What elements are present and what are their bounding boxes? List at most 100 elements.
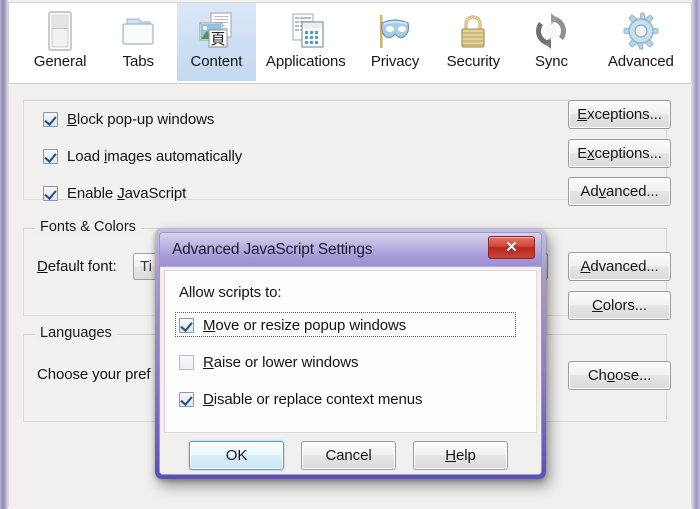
tab-security[interactable]: Security — [434, 3, 512, 81]
choose-label: Choose... — [588, 367, 651, 384]
dialog-titlebar[interactable]: Advanced JavaScript Settings ✕ — [160, 233, 541, 267]
cancel-label: Cancel — [325, 447, 372, 464]
tab-content[interactable]: 頁 Content — [177, 3, 256, 81]
preferences-toolbar: General Tabs 頁 Content Applications Priv… — [8, 2, 692, 84]
checkbox-row-disable-context-menus[interactable]: Disable or replace context menus — [179, 391, 423, 408]
content-page-icon: 頁 — [193, 9, 239, 53]
enable-javascript-label: Enable JavaScript — [67, 185, 186, 202]
default-font-value: Ti — [140, 258, 152, 275]
checkbox-row-enable-javascript[interactable]: Enable JavaScript — [43, 185, 186, 202]
languages-legend: Languages — [35, 325, 117, 341]
enable-javascript-checkbox[interactable] — [43, 186, 58, 201]
accesskey-h: H — [445, 447, 456, 464]
accesskey-d2: D — [203, 391, 214, 408]
ok-button[interactable]: OK — [189, 441, 284, 470]
raise-lower-windows-label: Raise or lower windows — [203, 354, 358, 371]
dialog-body: Allow scripts to: Move or resize popup w… — [160, 267, 541, 474]
tab-label: Applications — [265, 53, 346, 70]
tab-label: Advanced — [607, 53, 674, 70]
accesskey-a: A — [580, 258, 591, 275]
window-left-border — [0, 0, 8, 509]
tab-sync[interactable]: Sync — [512, 3, 590, 81]
colors-label: Colors... — [592, 297, 647, 314]
checkbox-row-raise-lower-windows[interactable]: Raise or lower windows — [179, 354, 358, 371]
javascript-advanced-button[interactable]: Advanced... — [568, 177, 671, 206]
images-exc-rest: ceptions... — [594, 145, 662, 162]
js-adv-rest: anced... — [605, 183, 659, 200]
security-lock-icon — [450, 9, 496, 53]
tab-advanced[interactable]: Advanced — [591, 3, 692, 81]
general-window-icon — [37, 9, 83, 53]
checkbox-row-load-images[interactable]: Load images automatically — [43, 148, 242, 165]
help-label: Help — [445, 447, 476, 464]
accesskey-r: R — [203, 354, 214, 371]
choose-languages-button[interactable]: Choose... — [568, 361, 671, 390]
tab-tabs[interactable]: Tabs — [99, 3, 177, 81]
block-popups-checkbox[interactable] — [43, 112, 58, 127]
cancel-button[interactable]: Cancel — [301, 441, 396, 470]
js-advanced-label: Advanced... — [580, 183, 658, 200]
privacy-mask-icon — [372, 9, 418, 53]
svg-text:頁: 頁 — [211, 30, 226, 48]
load-images-label-pre: Load — [67, 148, 105, 165]
tabs-folder-icon — [115, 9, 161, 53]
images-exceptions-button[interactable]: Exceptions... — [568, 139, 671, 168]
disable-context-menus-label: Disable or replace context menus — [203, 391, 423, 408]
tab-privacy[interactable]: Privacy — [356, 3, 434, 81]
fonts-adv-rest: dvanced... — [590, 258, 659, 275]
window-right-border — [692, 0, 700, 509]
checkbox-row-block-popups[interactable]: Block pop-up windows — [43, 111, 214, 128]
disable-context-rest: isable or replace context menus — [213, 391, 423, 408]
fonts-advanced-label: Advanced... — [580, 258, 658, 275]
popup-exceptions-label: Exceptions... — [577, 106, 662, 123]
accesskey-o: o — [606, 367, 616, 384]
fonts-colors-legend: Fonts & Colors — [35, 219, 141, 235]
allow-scripts-heading: Allow scripts to: — [179, 284, 282, 301]
advanced-gear-icon — [618, 9, 664, 53]
fonts-advanced-button[interactable]: Advanced... — [568, 252, 671, 281]
applications-icon — [283, 9, 329, 53]
move-resize-popups-checkbox[interactable] — [179, 318, 194, 333]
dialog-title: Advanced JavaScript Settings — [172, 240, 373, 258]
sync-arrows-icon — [528, 9, 574, 53]
move-resize-rest: ove or resize popup windows — [215, 317, 407, 334]
ok-label: OK — [225, 447, 248, 464]
preferences-window: General Tabs 頁 Content Applications Priv… — [0, 0, 700, 509]
load-images-label: Load images automatically — [67, 148, 242, 165]
default-font-label: Default font: — [37, 258, 117, 275]
load-images-checkbox[interactable] — [43, 149, 58, 164]
popup-exceptions-button[interactable]: Exceptions... — [568, 100, 671, 129]
languages-description: Choose your pref — [37, 366, 151, 383]
dialog-frame: Advanced JavaScript Settings ✕ Allow scr… — [159, 232, 542, 475]
tab-general[interactable]: General — [21, 3, 99, 81]
accesskey-j: J — [117, 185, 125, 202]
colors-button[interactable]: Colors... — [568, 291, 671, 320]
raise-lower-windows-checkbox[interactable] — [179, 355, 194, 370]
help-button[interactable]: Help — [413, 441, 508, 470]
accesskey-d: D — [37, 258, 48, 275]
block-popups-label: Block pop-up windows — [67, 111, 214, 128]
block-popups-label-rest: lock pop-up windows — [76, 111, 215, 128]
images-exc-pre: E — [577, 145, 588, 162]
tab-label: Tabs — [122, 53, 154, 70]
accesskey-m: M — [203, 317, 216, 334]
tab-applications[interactable]: Applications — [256, 3, 357, 81]
popup-exceptions-label-rest: xceptions... — [587, 106, 662, 123]
js-adv-pre: Ad — [580, 183, 599, 200]
disable-context-menus-checkbox[interactable] — [179, 392, 194, 407]
accesskey-x: x — [587, 145, 595, 162]
close-icon[interactable]: ✕ — [488, 236, 535, 259]
close-glyph: ✕ — [505, 239, 518, 256]
tab-label: Sync — [534, 53, 568, 70]
load-images-label-rest: mages automatically — [107, 148, 243, 165]
checkbox-row-move-resize-popups[interactable]: Move or resize popup windows — [179, 317, 406, 334]
images-exceptions-label: Exceptions... — [577, 145, 662, 162]
enable-js-label-rest: avaScript — [124, 185, 187, 202]
accesskey-c: C — [592, 297, 603, 314]
move-resize-popups-label: Move or resize popup windows — [203, 317, 406, 334]
raise-lower-rest: aise or lower windows — [213, 354, 359, 371]
dialog-options-area: Allow scripts to: Move or resize popup w… — [164, 270, 537, 433]
help-rest: elp — [456, 447, 476, 464]
advanced-javascript-settings-dialog: Advanced JavaScript Settings ✕ Allow scr… — [155, 228, 546, 479]
colors-label-rest: olors... — [602, 297, 647, 314]
